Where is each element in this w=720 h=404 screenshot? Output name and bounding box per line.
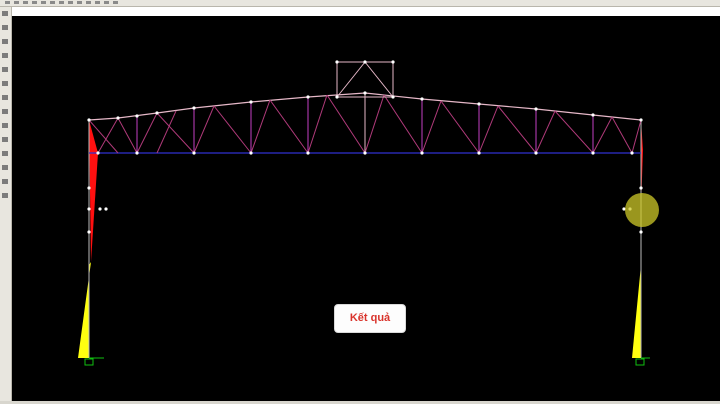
section-icon[interactable]	[1, 80, 9, 87]
rotate-icon[interactable]	[1, 164, 9, 171]
main-toolbar	[0, 0, 720, 7]
result-button[interactable]: Kết quả	[334, 304, 406, 333]
zoom-icon[interactable]	[58, 0, 65, 5]
line-icon[interactable]	[1, 24, 9, 31]
base-supports	[84, 357, 650, 366]
pan-icon[interactable]	[67, 0, 74, 5]
node-icon[interactable]	[1, 52, 9, 59]
moment-diagram-left-top	[89, 120, 98, 262]
open-icon[interactable]	[13, 0, 20, 5]
frame-model-diagram	[78, 60, 650, 366]
restraint-icon[interactable]	[1, 66, 9, 73]
select-icon[interactable]	[76, 0, 83, 5]
truss-verticals	[136, 93, 594, 153]
view-yz-icon[interactable]	[1, 150, 9, 157]
area-icon[interactable]	[1, 38, 9, 45]
model-view-canvas[interactable]	[12, 16, 720, 401]
zoom-in-icon[interactable]	[1, 178, 9, 185]
pointer-icon[interactable]	[1, 10, 9, 17]
load-icon[interactable]	[1, 94, 9, 101]
cursor-highlight	[625, 193, 659, 227]
view-3d-icon[interactable]	[1, 108, 9, 115]
zoom-out-icon[interactable]	[1, 192, 9, 199]
undo-icon[interactable]	[40, 0, 47, 5]
draw-frame-icon[interactable]	[85, 0, 92, 5]
moment-diagram-right-bottom	[632, 265, 641, 358]
redo-icon[interactable]	[49, 0, 56, 5]
left-toolbar	[0, 7, 12, 401]
view-xy-icon[interactable]	[1, 122, 9, 129]
draw-shell-icon[interactable]	[94, 0, 101, 5]
new-icon[interactable]	[4, 0, 11, 5]
print-icon[interactable]	[31, 0, 38, 5]
truss-top-chord-right	[364, 92, 642, 121]
display-icon[interactable]	[112, 0, 119, 5]
view-xz-icon[interactable]	[1, 136, 9, 143]
save-icon[interactable]	[22, 0, 29, 5]
run-icon[interactable]	[103, 0, 110, 5]
